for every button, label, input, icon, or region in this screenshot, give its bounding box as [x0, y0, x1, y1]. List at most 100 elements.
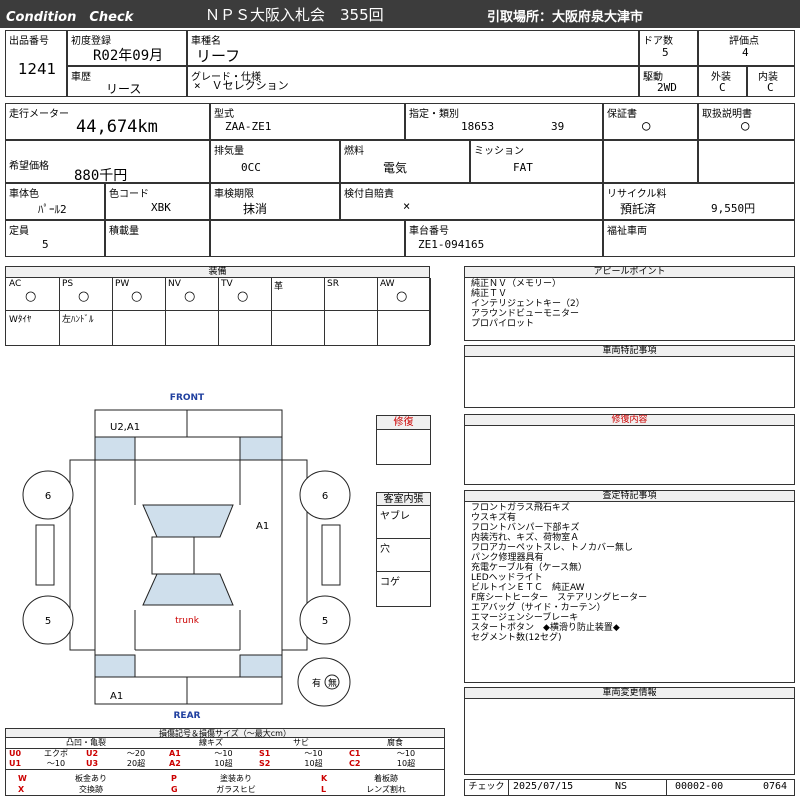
legend-cell: エクボ — [44, 749, 68, 758]
appeal-panel: アピールポイント 純正ＮＶ（メモリー） 純正ＴＶ インテリジェントキー（2） アラウン… — [464, 266, 795, 341]
legend-cell: A2 — [169, 759, 181, 768]
displacement-cell: 排気量 0CC — [210, 140, 340, 183]
note-line: F席シートヒーター ステアリングヒーター — [471, 593, 648, 603]
history-label: 車歴 — [71, 72, 91, 83]
insurance: × — [403, 199, 411, 213]
category: 39 — [551, 120, 565, 133]
interior-tear-label: ヤブレ — [380, 511, 410, 522]
legend-cell: ～10 — [214, 749, 233, 758]
rear-window — [142, 573, 234, 606]
interior-box: 客室内張 ヤブレ 穴 コゲ — [376, 492, 431, 607]
designation: 18653 — [461, 120, 495, 133]
insurance-cell: 検付自賠責 × — [340, 183, 603, 220]
drive-cell: 駆動 2WD — [639, 66, 698, 97]
legend-body: 凸凹・亀裂 線キズ サビ 腐食 U0 エクボ U2 ～20 A1 ～10 S1 ～10 C1 ～10 U1 ～… — [6, 738, 444, 795]
rear-label: REAR — [174, 711, 201, 720]
car-body-outline — [94, 436, 283, 678]
equipment-value: ○ — [237, 289, 249, 304]
note-line: フロントガラス飛石キズ — [471, 503, 570, 513]
color-cell: 車体色 ﾊﾟｰﾙ2 — [5, 183, 105, 220]
color-code-label: 色コード — [109, 189, 149, 200]
repair-title: 修復 — [377, 416, 430, 430]
footer-inspector: NS — [615, 781, 628, 792]
legend-cell: 10超 — [396, 759, 416, 768]
history: リース — [106, 82, 142, 96]
note-line: エマージェンシーブレーキ — [471, 613, 579, 623]
inspection-cell: 車検期限 抹消 — [210, 183, 340, 220]
right-side-mark: A1 — [256, 521, 269, 532]
grade-cell: グレード・仕様 × Ｖセレクション — [187, 66, 639, 97]
interior: C — [767, 81, 774, 94]
spare-none-label: 無 — [328, 677, 337, 689]
interior-row-burn: コゲ — [377, 572, 430, 606]
equipment-extra-cell — [377, 311, 431, 345]
legend-cell: G — [171, 785, 178, 794]
interior-row-hole: 穴 — [377, 539, 430, 572]
legend-cell: P — [171, 774, 177, 783]
header-bar: Condition Check ＮＰＳ大阪入札会 355回 引取場所：大阪府泉大… — [0, 0, 800, 28]
displacement: 0CC — [241, 161, 261, 174]
equipment-extra-cell — [218, 311, 272, 345]
special-notes-title: 車両特記事項 — [465, 346, 794, 357]
price-cell: 希望価格 880千円 — [5, 140, 210, 184]
wheel-rl-mark: 5 — [45, 616, 51, 627]
fuel-cell: 燃料 電気 — [340, 140, 470, 183]
note-line: インテリジェントキー（2） — [471, 299, 585, 309]
legend-cell: 線キズ — [199, 738, 223, 747]
equipment-name: PS — [62, 279, 74, 289]
legend-cell: 10超 — [304, 759, 323, 768]
change-info-title: 車両変更情報 — [465, 688, 794, 699]
legend-cell: A1 — [169, 749, 181, 758]
legend-cell: ～10 — [304, 749, 323, 758]
right-mirror — [321, 524, 341, 586]
interior-burn-label: コゲ — [380, 577, 400, 588]
legend-cell: K — [321, 774, 328, 783]
doors: 5 — [662, 46, 669, 59]
footer-number: 0764 — [763, 781, 788, 792]
history-cell: 車歴 リース — [67, 66, 187, 97]
first-registration: R02年09月 — [93, 48, 164, 64]
displacement-label: 排気量 — [214, 146, 244, 157]
lot-number-label: 出品番号 — [9, 36, 49, 47]
legend-cell: U2 — [86, 749, 99, 758]
trunk-label: trunk — [175, 616, 200, 626]
legend-cell: X — [18, 785, 25, 794]
note-line: フロアカーペットスレ、トノカバー無し — [471, 543, 634, 553]
insurance-label: 検付自賠責 — [344, 189, 394, 200]
wheel-rr-mark: 5 — [322, 616, 328, 627]
warranty-cell: 保証書 ○ — [603, 103, 698, 140]
equipment-value: ○ — [131, 289, 143, 304]
legend-cell: 交換跡 — [79, 785, 103, 794]
legend-cell: サビ — [293, 738, 309, 747]
chassis-number-cell: 車台番号 ZE1-094165 — [405, 220, 603, 257]
equipment-cell: 革 — [271, 278, 325, 311]
legend-cell: C2 — [349, 759, 361, 768]
note-line: プロパイロット — [471, 319, 535, 329]
note-line: 内装汚れ、キズ、荷物室Ａ — [471, 533, 580, 543]
lot-number-cell: 出品番号 1241 — [5, 30, 67, 97]
equipment-name: 革 — [274, 282, 284, 292]
equipment-name: PW — [115, 279, 130, 289]
empty-cell-2 — [698, 140, 795, 183]
wheel-fl-mark: 6 — [45, 491, 51, 502]
exterior: C — [719, 81, 726, 94]
legend-cell: ～10 — [46, 759, 66, 768]
warranty-label: 保証書 — [607, 109, 637, 120]
note-line: ビルトインＥＴＣ 純正AW — [471, 583, 585, 593]
capacity-cell: 定員 5 — [5, 220, 105, 257]
left-mirror — [35, 524, 55, 586]
model-name-cell: 車種名 リーフ — [187, 30, 639, 66]
spare-tire — [297, 657, 351, 707]
equipment-name: SR — [327, 279, 339, 289]
doors-label: ドア数 — [643, 36, 673, 47]
equipment-value: ○ — [396, 289, 408, 304]
equipment-cell: NV ○ — [165, 278, 219, 311]
color-label: 車体色 — [9, 189, 39, 200]
interior-title: 客室内張 — [377, 493, 430, 506]
price: 880千円 — [74, 168, 128, 184]
equipment-name: TV — [221, 279, 233, 289]
empty-cell-3 — [210, 220, 405, 257]
footer-check-label: チェック — [465, 780, 509, 795]
color-code: XBK — [151, 201, 171, 214]
mission: FAT — [513, 161, 533, 174]
